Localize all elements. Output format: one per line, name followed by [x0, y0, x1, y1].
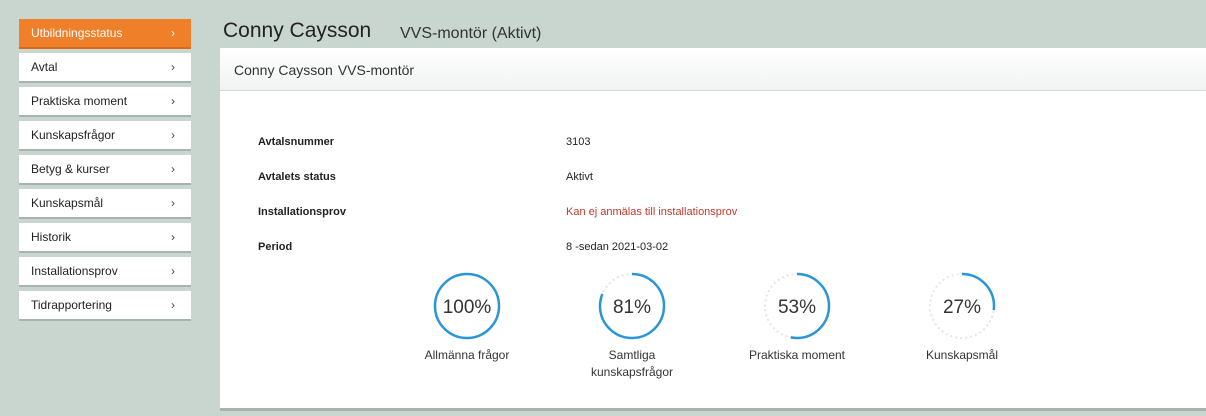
sidebar-item-label: Betyg & kurser — [31, 162, 110, 176]
sidebar-item-historik[interactable]: Historik › — [19, 223, 191, 253]
sidebar-item-kunskapsfragor[interactable]: Kunskapsfrågor › — [19, 121, 191, 151]
sidebar-item-label: Tidrapportering — [31, 298, 112, 312]
progress-samtliga-kunskapsfragor: 81% Samtliga kunskapsfrågor — [552, 271, 712, 381]
chevron-right-icon: › — [171, 230, 175, 244]
sidebar-item-utbildningsstatus[interactable]: Utbildningsstatus › — [19, 19, 191, 49]
card-title-name: Conny Caysson — [234, 62, 333, 78]
sidebar-nav: Utbildningsstatus › Avtal › Praktiska mo… — [19, 19, 191, 325]
card-header: Conny Caysson VVS-montör — [220, 48, 1206, 91]
page-subtitle: VVS-montör (Aktivt) — [400, 25, 542, 42]
sidebar-item-label: Praktiska moment — [31, 94, 128, 108]
sidebar-item-label: Utbildningsstatus — [31, 26, 123, 40]
sidebar-item-installationsprov[interactable]: Installationsprov › — [19, 257, 191, 287]
progress-caption: Kunskapsmål — [925, 348, 999, 362]
chevron-right-icon: › — [171, 298, 175, 312]
chevron-right-icon: › — [171, 26, 175, 40]
chevron-right-icon: › — [171, 162, 175, 176]
progress-percent: 81% — [612, 297, 652, 318]
progress-caption: Samtliga kunskapsfrågor — [590, 348, 674, 379]
status-card: Conny Caysson VVS-montör Avtalsnummer 310… — [220, 48, 1206, 411]
progress-percent: 53% — [777, 297, 817, 318]
chevron-right-icon: › — [171, 94, 175, 108]
progress-kunskapsmal: 27% Kunskapsmål — [882, 271, 1042, 364]
sidebar-item-kunskapsmal[interactable]: Kunskapsmål › — [19, 189, 191, 219]
chevron-right-icon: › — [171, 60, 175, 74]
sidebar-item-avtal[interactable]: Avtal › — [19, 53, 191, 83]
progress-caption: Allmänna frågor — [424, 348, 510, 362]
progress-allmanna-fragor: 100% Allmänna frågor — [387, 271, 547, 364]
progress-percent: 100% — [442, 297, 492, 318]
detail-label: Avtalets status — [258, 171, 336, 183]
progress-praktiska-moment: 53% Praktiska moment — [717, 271, 877, 364]
detail-value: 8 -sedan 2021-03-02 — [566, 241, 669, 253]
detail-label: Installationsprov — [258, 206, 347, 218]
page-title: Conny Caysson — [223, 19, 372, 42]
detail-value: 3103 — [566, 136, 591, 148]
sidebar-item-label: Installationsprov — [31, 264, 118, 278]
sidebar-item-label: Kunskapsmål — [31, 196, 104, 210]
page-header: Conny Caysson VVS-montör (Aktivt) — [207, 17, 1206, 47]
sidebar-item-tidrapportering[interactable]: Tidrapportering › — [19, 291, 191, 321]
sidebar-item-label: Kunskapsfrågor — [31, 128, 116, 142]
chevron-right-icon: › — [171, 264, 175, 278]
sidebar-item-label: Avtal — [31, 60, 58, 74]
progress-percent: 27% — [942, 297, 982, 318]
progress-caption: Praktiska moment — [748, 348, 846, 362]
sidebar-item-praktiska-moment[interactable]: Praktiska moment › — [19, 87, 191, 117]
chevron-right-icon: › — [171, 128, 175, 142]
chevron-right-icon: › — [171, 196, 175, 210]
detail-value: Aktivt — [566, 171, 593, 183]
detail-label: Period — [258, 241, 293, 253]
card-title-role: VVS-montör — [337, 62, 415, 78]
sidebar-item-betyg-kurser[interactable]: Betyg & kurser › — [19, 155, 191, 185]
detail-value-warning: Kan ej anmälas till installationsprov — [566, 206, 738, 218]
sidebar-item-label: Historik — [31, 230, 72, 244]
detail-label: Avtalsnummer — [258, 136, 335, 148]
